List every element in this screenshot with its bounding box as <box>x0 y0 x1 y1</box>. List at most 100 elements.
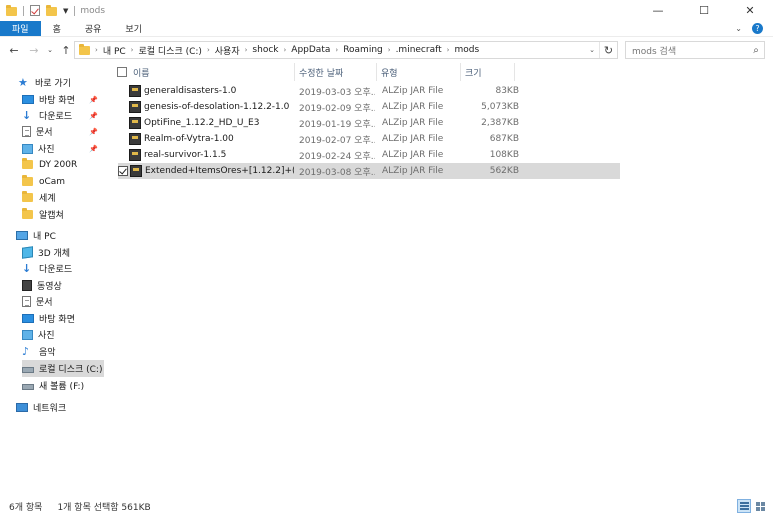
folder-icon <box>22 191 34 203</box>
minimize-button[interactable]: — <box>635 0 681 21</box>
chevron-right-icon[interactable]: › <box>283 46 286 54</box>
chevron-right-icon[interactable]: › <box>131 46 134 54</box>
refresh-icon[interactable]: ↻ <box>599 42 617 58</box>
pin-icon[interactable]: 📌 <box>89 128 98 136</box>
column-header-date[interactable]: 수정한 날짜 <box>295 63 377 81</box>
file-name-cell[interactable]: generaldisasters-1.0 <box>129 83 294 99</box>
file-name-cell[interactable]: genesis-of-desolation-1.12.2-1.0 <box>129 99 294 115</box>
table-row[interactable]: OptiFine_1.12.2_HD_U_E3 2019-01-19 오후...… <box>118 115 620 131</box>
chevron-right-icon[interactable]: › <box>95 46 98 54</box>
sidebar-item-pictures[interactable]: 사진 <box>22 326 104 343</box>
sidebar-item-local-disk-c[interactable]: 로컬 디스크 (C:) <box>22 360 104 377</box>
file-size: 2,387KB <box>481 118 519 128</box>
table-row[interactable]: generaldisasters-1.0 2019-03-03 오후... AL… <box>118 83 620 99</box>
column-header-type[interactable]: 유형 <box>377 63 461 81</box>
address-history-chevron-icon[interactable]: ⌄ <box>585 46 599 54</box>
file-name-cell[interactable]: real-survivor-1.1.5 <box>129 147 294 163</box>
back-arrow-icon[interactable]: ← <box>4 44 24 57</box>
pin-icon[interactable]: 📌 <box>89 145 98 153</box>
sidebar-item-world[interactable]: 세계 <box>22 189 104 206</box>
table-row[interactable]: real-survivor-1.1.5 2019-02-24 오후... ALZ… <box>118 147 620 163</box>
jar-file-icon <box>129 133 141 145</box>
folder-icon <box>6 4 18 17</box>
details-view-button[interactable] <box>737 499 751 513</box>
column-header-name[interactable]: 이름 <box>113 63 295 81</box>
address-bar[interactable]: › 내 PC › 로컬 디스크 (C:) › 사용자 › shock › App… <box>74 41 618 59</box>
breadcrumb-shock[interactable]: shock <box>252 45 278 55</box>
sidebar-item-pictures-pinned[interactable]: 사진 📌 <box>22 140 104 157</box>
search-box[interactable]: mods 검색 ⌕ <box>625 41 765 59</box>
ribbon-tabs: 파일 홈 공유 보기 ⌄ ? <box>0 21 773 37</box>
expand-ribbon-chevron-icon[interactable]: ⌄ <box>735 24 742 33</box>
file-name-cell[interactable]: OptiFine_1.12.2_HD_U_E3 <box>129 115 294 131</box>
pin-icon[interactable]: 📌 <box>89 96 98 104</box>
breadcrumb-this-pc[interactable]: 내 PC <box>103 44 126 57</box>
chevron-right-icon[interactable]: › <box>447 46 450 54</box>
sidebar-item-3d-objects[interactable]: 3D 개체 <box>22 244 104 261</box>
large-icons-view-button[interactable] <box>753 499 767 513</box>
maximize-button[interactable]: ☐ <box>681 0 727 21</box>
chevron-right-icon[interactable]: › <box>335 46 338 54</box>
sidebar-item-desktop[interactable]: 바탕 화면 <box>22 310 104 327</box>
chevron-right-icon[interactable]: › <box>245 46 248 54</box>
network-icon <box>16 403 28 412</box>
table-row-selected[interactable]: Extended+ItemsOres+[1.12.2]+(alpha... 20… <box>118 163 620 179</box>
breadcrumb-roaming[interactable]: Roaming <box>343 45 383 55</box>
close-button[interactable]: ✕ <box>727 0 773 21</box>
pictures-icon <box>22 329 33 340</box>
sidebar-item-documents[interactable]: 문서 <box>22 293 104 310</box>
sidebar-item-videos[interactable]: 동영상 <box>22 277 104 294</box>
tab-share[interactable]: 공유 <box>73 21 114 36</box>
sidebar-item-documents-pinned[interactable]: 문서 📌 <box>22 123 104 140</box>
help-icon[interactable]: ? <box>752 23 763 34</box>
tab-file[interactable]: 파일 <box>0 21 41 36</box>
breadcrumb-minecraft[interactable]: .minecraft <box>396 45 442 55</box>
sidebar-item-this-pc[interactable]: 내 PC <box>16 227 104 244</box>
tab-view[interactable]: 보기 <box>113 21 154 36</box>
sidebar-item-quick-access[interactable]: ★ 바로 가기 <box>18 74 122 91</box>
sidebar-item-ocam[interactable]: oCam <box>22 173 104 190</box>
file-type: ALZip JAR File <box>382 118 444 128</box>
sidebar-item-label: oCam <box>39 176 66 187</box>
sidebar-item-alcapture[interactable]: 알캡쳐 <box>22 206 104 223</box>
toolbar-divider <box>23 5 24 16</box>
file-date: 2019-01-19 오후... <box>299 119 375 130</box>
forward-arrow-icon[interactable]: → <box>24 44 44 57</box>
toolbar-divider <box>74 5 76 16</box>
sidebar-item-downloads[interactable]: ↓ 다운로드 <box>22 260 104 277</box>
sidebar-item-desktop-pinned[interactable]: 바탕 화면 📌 <box>22 91 104 108</box>
file-date: 2019-03-03 오후... <box>299 87 375 98</box>
sidebar-item-label: DY 200R <box>39 159 78 170</box>
file-name-cell[interactable]: Realm-of-Vytra-1.00 <box>129 131 294 147</box>
new-folder-icon[interactable] <box>46 4 58 17</box>
sidebar-item-dy200r[interactable]: DY 200R <box>22 156 104 173</box>
properties-check-icon[interactable] <box>29 4 41 17</box>
search-icon[interactable]: ⌕ <box>748 45 764 56</box>
customize-toolbar-arrow-icon[interactable]: ▼ <box>63 7 68 15</box>
sidebar-item-network[interactable]: 네트워크 <box>16 399 104 416</box>
chevron-right-icon[interactable]: › <box>207 46 210 54</box>
table-row[interactable]: genesis-of-desolation-1.12.2-1.0 2019-02… <box>118 99 620 115</box>
breadcrumb-users[interactable]: 사용자 <box>215 44 240 57</box>
sidebar-item-music[interactable]: ♪ 음악 <box>22 343 104 360</box>
file-name: OptiFine_1.12.2_HD_U_E3 <box>144 118 260 128</box>
file-size: 562KB <box>489 166 519 176</box>
navigation-bar: ← → ⌄ ↑ › 내 PC › 로컬 디스크 (C:) › 사용자 › sho… <box>0 37 773 63</box>
up-arrow-icon[interactable]: ↑ <box>56 44 76 57</box>
selection-info: 1개 항목 선택함 561KB <box>57 502 151 513</box>
breadcrumb-mods[interactable]: mods <box>454 45 479 55</box>
chevron-right-icon[interactable]: › <box>388 46 391 54</box>
table-row[interactable]: Realm-of-Vytra-1.00 2019-02-07 오후... ALZ… <box>118 131 620 147</box>
sidebar-item-new-volume-f[interactable]: 새 볼륨 (F:) <box>22 377 104 394</box>
select-all-checkbox[interactable] <box>117 67 127 77</box>
pin-icon[interactable]: 📌 <box>89 112 98 120</box>
row-checkbox[interactable] <box>118 166 128 176</box>
file-name-cell[interactable]: Extended+ItemsOres+[1.12.2]+(alpha... <box>118 163 294 179</box>
search-input[interactable]: mods 검색 <box>632 44 748 57</box>
breadcrumb-appdata[interactable]: AppData <box>291 45 330 55</box>
tab-home[interactable]: 홈 <box>41 21 73 36</box>
recent-locations-chevron-icon[interactable]: ⌄ <box>44 46 56 54</box>
sidebar-item-downloads-pinned[interactable]: ↓ 다운로드 📌 <box>22 107 104 124</box>
breadcrumb-local-disk[interactable]: 로컬 디스크 (C:) <box>138 44 201 57</box>
column-header-size[interactable]: 크기 <box>461 63 515 81</box>
